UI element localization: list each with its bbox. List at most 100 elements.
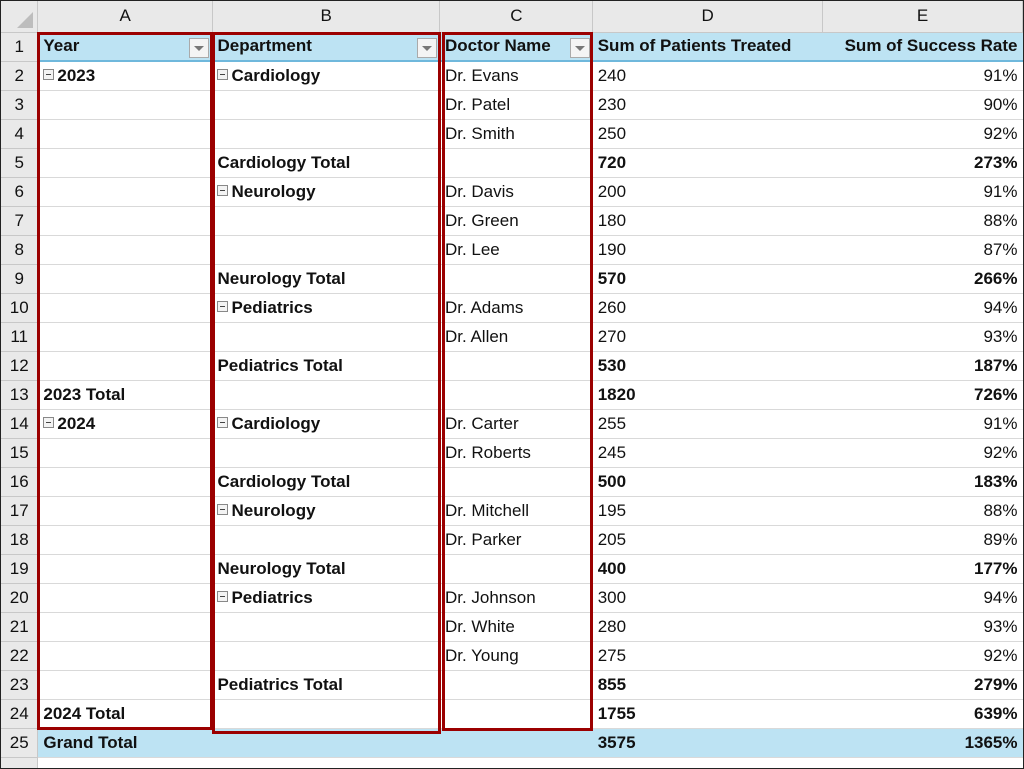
- rate-cell[interactable]: 93%: [823, 612, 1023, 641]
- year-cell[interactable]: 2024: [38, 409, 213, 438]
- year-cell[interactable]: [38, 583, 213, 612]
- year-cell[interactable]: [38, 206, 213, 235]
- row-number[interactable]: 10: [1, 293, 38, 322]
- row-number[interactable]: [1, 757, 38, 769]
- patients-cell[interactable]: 1755: [593, 699, 823, 728]
- rate-cell[interactable]: 177%: [823, 554, 1023, 583]
- department-cell[interactable]: [212, 641, 439, 670]
- row-number[interactable]: 11: [1, 322, 38, 351]
- department-cell[interactable]: [212, 206, 439, 235]
- empty-cell[interactable]: [823, 757, 1023, 769]
- empty-cell[interactable]: [212, 757, 439, 769]
- patients-cell[interactable]: 230: [593, 90, 823, 119]
- doctor-cell[interactable]: Dr. Smith: [440, 119, 593, 148]
- row-number[interactable]: 23: [1, 670, 38, 699]
- patients-cell[interactable]: 280: [593, 612, 823, 641]
- patients-cell[interactable]: 270: [593, 322, 823, 351]
- patients-cell[interactable]: 195: [593, 496, 823, 525]
- department-cell[interactable]: Neurology: [212, 177, 439, 206]
- year-cell[interactable]: [38, 264, 213, 293]
- year-cell[interactable]: [38, 467, 213, 496]
- collapse-icon[interactable]: [217, 69, 228, 80]
- department-cell[interactable]: [212, 322, 439, 351]
- column-header-e[interactable]: E: [823, 1, 1023, 32]
- department-cell[interactable]: Cardiology Total: [212, 467, 439, 496]
- doctor-cell[interactable]: Dr. Lee: [440, 235, 593, 264]
- rate-cell[interactable]: 92%: [823, 641, 1023, 670]
- doctor-cell[interactable]: Dr. Carter: [440, 409, 593, 438]
- doctor-cell[interactable]: Dr. Adams: [440, 293, 593, 322]
- patients-cell[interactable]: 570: [593, 264, 823, 293]
- collapse-icon[interactable]: [217, 417, 228, 428]
- rate-cell[interactable]: 279%: [823, 670, 1023, 699]
- row-number[interactable]: 14: [1, 409, 38, 438]
- row-number[interactable]: 15: [1, 438, 38, 467]
- doctor-cell[interactable]: [440, 467, 593, 496]
- rate-cell[interactable]: 88%: [823, 206, 1023, 235]
- row-number[interactable]: 13: [1, 380, 38, 409]
- row-number[interactable]: 9: [1, 264, 38, 293]
- doctor-cell[interactable]: [440, 554, 593, 583]
- patients-cell[interactable]: 530: [593, 351, 823, 380]
- doctor-cell[interactable]: Dr. Allen: [440, 322, 593, 351]
- department-cell[interactable]: Pediatrics: [212, 293, 439, 322]
- year-cell[interactable]: [38, 322, 213, 351]
- year-cell[interactable]: [38, 641, 213, 670]
- rate-cell[interactable]: 1365%: [823, 728, 1023, 757]
- doctor-filter-dropdown-icon[interactable]: [570, 38, 590, 58]
- row-number[interactable]: 21: [1, 612, 38, 641]
- patients-cell[interactable]: 205: [593, 525, 823, 554]
- rate-cell[interactable]: 91%: [823, 177, 1023, 206]
- row-number[interactable]: 24: [1, 699, 38, 728]
- doctor-cell[interactable]: Dr. Patel: [440, 90, 593, 119]
- collapse-icon[interactable]: [217, 591, 228, 602]
- doctor-cell[interactable]: [440, 351, 593, 380]
- patients-cell[interactable]: 3575: [593, 728, 823, 757]
- column-header-b[interactable]: B: [212, 1, 439, 32]
- year-cell[interactable]: [38, 612, 213, 641]
- collapse-icon[interactable]: [217, 185, 228, 196]
- column-header-d[interactable]: D: [593, 1, 823, 32]
- row-number[interactable]: 2: [1, 61, 38, 90]
- row-number[interactable]: 20: [1, 583, 38, 612]
- year-cell[interactable]: [38, 670, 213, 699]
- patients-cell[interactable]: 400: [593, 554, 823, 583]
- collapse-icon[interactable]: [217, 504, 228, 515]
- empty-cell[interactable]: [593, 757, 823, 769]
- collapse-icon[interactable]: [43, 417, 54, 428]
- doctor-cell[interactable]: [440, 728, 593, 757]
- patients-cell[interactable]: 250: [593, 119, 823, 148]
- row-number[interactable]: 4: [1, 119, 38, 148]
- row-number[interactable]: 19: [1, 554, 38, 583]
- patients-cell[interactable]: 500: [593, 467, 823, 496]
- doctor-cell[interactable]: [440, 670, 593, 699]
- year-cell[interactable]: [38, 235, 213, 264]
- department-cell[interactable]: Neurology Total: [212, 554, 439, 583]
- department-cell[interactable]: Neurology Total: [212, 264, 439, 293]
- doctor-cell[interactable]: [440, 264, 593, 293]
- rate-cell[interactable]: 726%: [823, 380, 1023, 409]
- year-cell[interactable]: 2024 Total: [38, 699, 213, 728]
- row-number[interactable]: 25: [1, 728, 38, 757]
- row-number[interactable]: 18: [1, 525, 38, 554]
- collapse-icon[interactable]: [217, 301, 228, 312]
- patients-cell[interactable]: 300: [593, 583, 823, 612]
- year-filter-dropdown-icon[interactable]: [189, 38, 209, 58]
- department-cell[interactable]: Pediatrics Total: [212, 351, 439, 380]
- department-cell[interactable]: [212, 612, 439, 641]
- rate-cell[interactable]: 91%: [823, 409, 1023, 438]
- year-cell[interactable]: [38, 119, 213, 148]
- doctor-cell[interactable]: Dr. White: [440, 612, 593, 641]
- department-cell[interactable]: Pediatrics: [212, 583, 439, 612]
- patients-cell[interactable]: 720: [593, 148, 823, 177]
- department-cell[interactable]: [212, 699, 439, 728]
- year-cell[interactable]: 2023 Total: [38, 380, 213, 409]
- rate-cell[interactable]: 94%: [823, 293, 1023, 322]
- year-cell[interactable]: [38, 90, 213, 119]
- row-number[interactable]: 7: [1, 206, 38, 235]
- department-cell[interactable]: [212, 728, 439, 757]
- year-cell[interactable]: [38, 554, 213, 583]
- patients-cell[interactable]: 260: [593, 293, 823, 322]
- rate-cell[interactable]: 91%: [823, 61, 1023, 90]
- doctor-cell[interactable]: [440, 699, 593, 728]
